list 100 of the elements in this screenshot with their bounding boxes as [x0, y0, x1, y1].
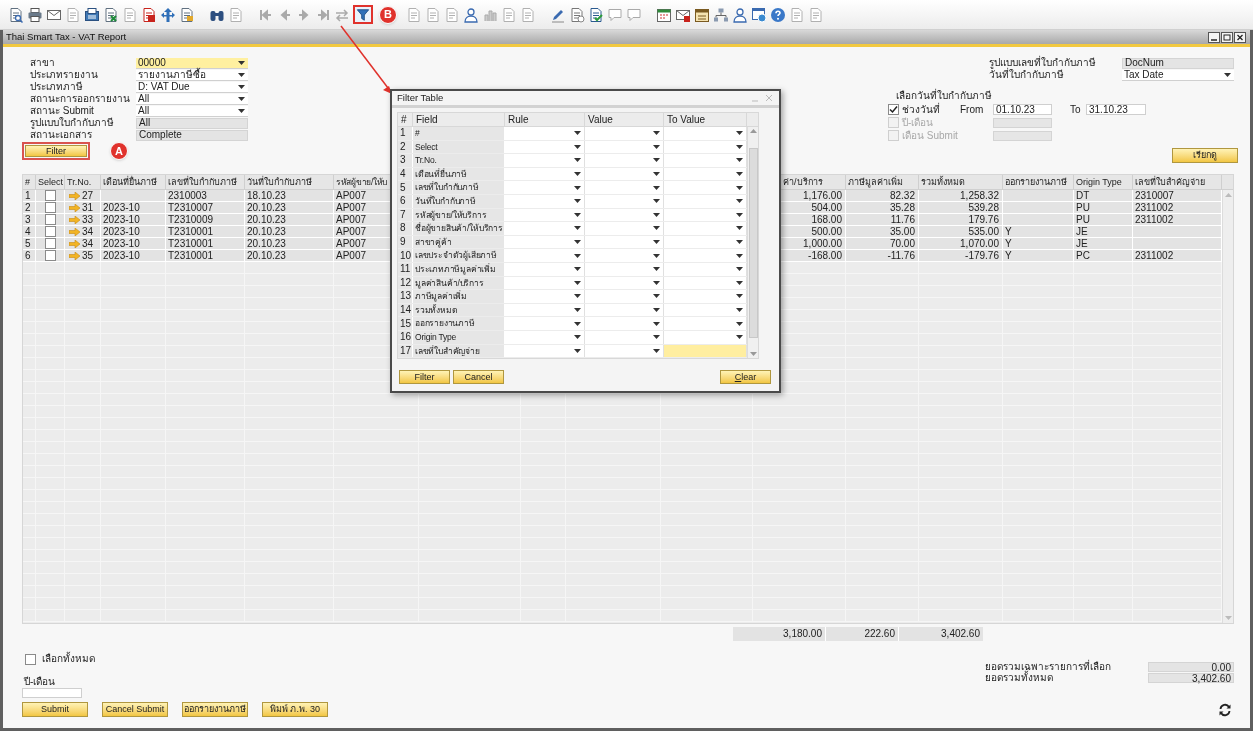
table-cell-text: 504.00: [810, 202, 843, 213]
table-cell: AP007: [336, 226, 367, 237]
table-cell: T2310001: [168, 238, 214, 249]
table-cell: 3: [25, 214, 31, 225]
table-cell: 2023-10: [103, 226, 140, 237]
to-label: To: [1070, 104, 1082, 115]
table-cell-text: 168.00: [810, 214, 843, 225]
table-cell-text: Origin Type: [414, 332, 457, 342]
table-cell-text: มูลค่าสินค้า/บริการ: [414, 278, 484, 288]
table-cell-text: เลขที่ใบสำคัญจ่าย: [414, 346, 480, 356]
table-cell-text: 1,258.32: [959, 190, 1000, 201]
table-cell-text: -11.76: [886, 250, 916, 261]
row-number: 11: [399, 264, 411, 275]
table-cell-text: เดือนที่ยื่นภาษี: [414, 169, 467, 179]
table-cell: 18.10.23: [247, 190, 286, 201]
table-cell-text: ประเภทภาษีมูลค่าเพิ่ม: [414, 265, 496, 274]
table-cell-text: -179.76: [964, 250, 1000, 261]
option-label: ปี-เดือน: [902, 117, 935, 128]
table-cell: 2023-10: [103, 214, 140, 225]
table-cell: T2310009: [168, 214, 214, 225]
table-cell: AP007: [336, 214, 367, 225]
table-cell-text: 11.76: [889, 214, 916, 225]
summary-field: 0.00: [1148, 661, 1234, 672]
row-number: 9: [399, 237, 406, 248]
field-label: ประเภทภาษี: [30, 82, 84, 92]
table-cell: 2311002: [1135, 202, 1174, 213]
table-cell-text: #: [414, 129, 420, 138]
table-cell: 2023-10: [103, 202, 140, 213]
row-number: 3: [399, 155, 406, 166]
table-cell: 20.10.23: [247, 238, 286, 249]
table-cell: 2311002: [1135, 250, 1174, 261]
readonly-field: All: [136, 117, 248, 129]
table-cell: 20.10.23: [247, 250, 286, 261]
table-cell: Y: [1005, 250, 1012, 261]
table-cell-text: 500.00: [810, 226, 843, 237]
from-label: From: [960, 104, 985, 115]
table-cell-text: ชื่อผู้ขายสินค้า/ให้บริการ: [414, 224, 503, 233]
table-cell: 34: [82, 238, 94, 249]
table-cell: 2023-10: [103, 250, 140, 261]
field-label: รูปแบบใบกำกับภาษี: [30, 118, 115, 128]
annotation-marker: A: [110, 142, 128, 160]
table-cell: JE: [1076, 226, 1088, 237]
field-label: สถานะ Submit: [30, 106, 95, 116]
table-cell-text: -168.00: [807, 250, 843, 261]
table-cell-text: 535.00: [967, 226, 1000, 237]
column-header: Rule: [507, 114, 529, 125]
option-label: เดือน Submit: [902, 130, 957, 141]
field-label: สถานะเอกสาร: [30, 130, 93, 140]
column-header: Field: [415, 114, 438, 125]
row-number: 5: [399, 182, 406, 193]
table-cell-text: Select: [414, 142, 438, 152]
row-number: 8: [399, 223, 406, 234]
table-cell: 20.10.23: [247, 226, 286, 237]
column-header: Value: [587, 114, 613, 125]
table-cell: PC: [1076, 250, 1090, 261]
table-cell: DT: [1076, 190, 1090, 201]
table-cell: AP007: [336, 250, 367, 261]
column-header: To Value: [666, 114, 706, 125]
row-number: 14: [399, 305, 412, 315]
table-cell-text: สาขาคู่ค้า: [414, 237, 452, 247]
total-cell: 3,402.60: [899, 627, 983, 641]
summary-label: ยอดรวมทั้งหมด: [985, 672, 1054, 683]
field-label: สาขา: [30, 58, 56, 68]
table-cell-text: 179.76: [967, 214, 1000, 225]
table-cell-text: Tr.No.: [414, 156, 437, 165]
table-cell: 1: [25, 190, 31, 201]
table-cell-text: เลขประจำตัวผู้เสียภาษี: [414, 251, 497, 260]
table-cell: AP007: [336, 238, 367, 249]
row-number: 17: [399, 345, 412, 356]
table-cell: T2310001: [168, 250, 214, 261]
summary-field: 3,402.60: [1148, 672, 1234, 683]
table-cell-text: 1,000.00: [802, 238, 843, 249]
row-number: 13: [399, 291, 412, 302]
readonly-field: DocNum: [1122, 57, 1234, 69]
table-cell: 34: [82, 226, 94, 237]
summary-label: ยอดรวมเฉพาะรายการที่เลือก: [985, 661, 1112, 672]
table-cell: 2311002: [1135, 214, 1174, 225]
table-cell: 5: [25, 238, 31, 249]
field-label: สถานะการออกรายงาน: [30, 94, 131, 104]
table-cell: Y: [1005, 238, 1012, 249]
readonly-field: Complete: [136, 129, 248, 141]
table-cell-text: 1,176.00: [802, 190, 843, 201]
table-cell: T2310001: [168, 226, 214, 237]
table-cell: 33: [82, 214, 94, 225]
table-cell: AP007: [336, 190, 367, 201]
table-cell-text: รวมทั้งหมด: [414, 305, 458, 315]
field-label: ปี-เดือน: [22, 677, 57, 688]
dialog-title: Filter Table: [397, 93, 444, 103]
row-number: 1: [399, 128, 406, 139]
table-cell-text: 70.00: [888, 238, 916, 249]
table-cell: T2310007: [168, 202, 214, 213]
row-number: 12: [399, 277, 412, 288]
table-cell-text: 35.28: [888, 202, 916, 213]
row-number: 10: [399, 250, 412, 261]
table-cell-text: ภาษีมูลค่าเพิ่ม: [414, 292, 467, 301]
table-cell: 2310007: [1135, 190, 1174, 201]
row-number: 2: [399, 141, 406, 152]
table-cell: Y: [1005, 226, 1012, 237]
table-cell-text: ออกรายงานภาษี: [414, 319, 475, 328]
row-number: 4: [399, 169, 406, 180]
